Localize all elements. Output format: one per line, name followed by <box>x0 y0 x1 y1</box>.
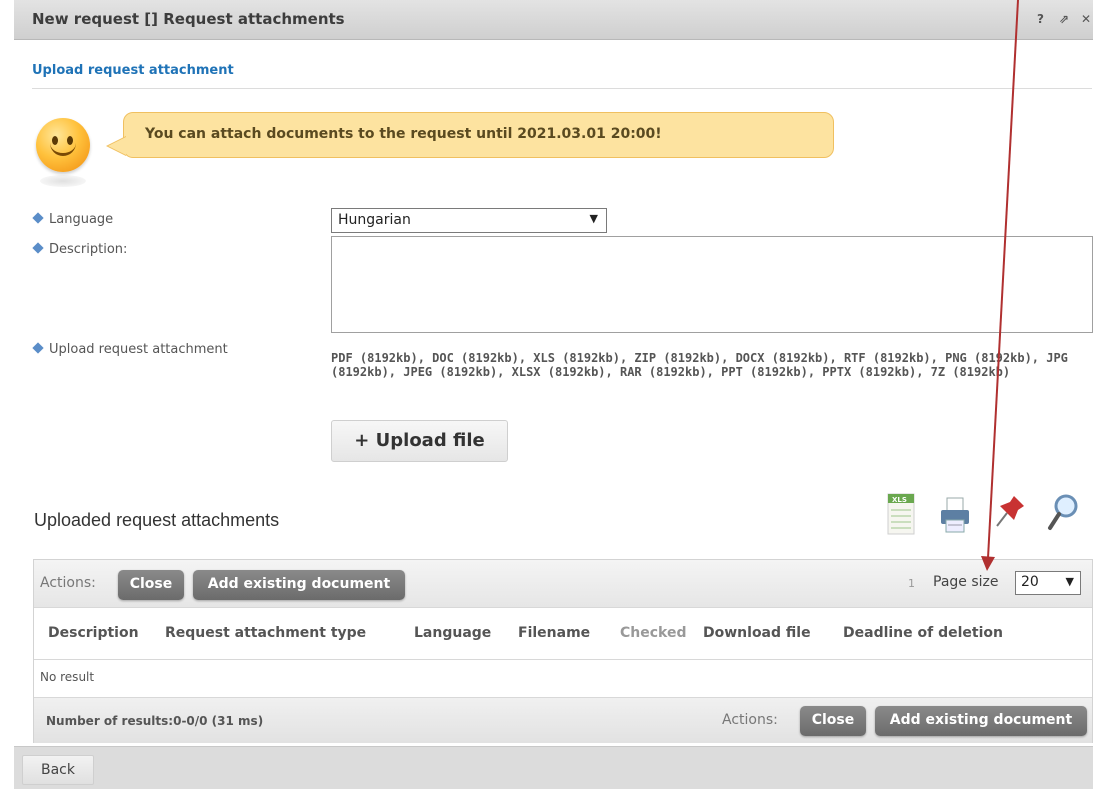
column-attachment-type[interactable]: Request attachment type <box>165 625 366 641</box>
page-size-select[interactable]: 20 ▼ <box>1015 571 1081 595</box>
uploaded-attachments-title: Uploaded request attachments <box>34 510 280 530</box>
bullet-icon <box>32 342 44 354</box>
excel-export-icon[interactable]: XLS <box>886 490 920 540</box>
chevron-down-icon: ▼ <box>1065 575 1074 588</box>
attachments-table: Actions: Close Add existing document 1 P… <box>33 559 1093 743</box>
language-label: Language <box>32 212 113 227</box>
actions-label-bottom: Actions: <box>722 712 778 728</box>
section-title: Upload request attachment <box>32 63 234 78</box>
page-size-value: 20 <box>1021 574 1039 590</box>
upload-file-button[interactable]: + Upload file <box>331 420 508 462</box>
svg-text:XLS: XLS <box>892 496 907 504</box>
close-button-bottom[interactable]: Close <box>800 706 866 736</box>
smiley-shadow <box>40 175 86 187</box>
language-select[interactable]: Hungarian ▼ <box>331 208 607 233</box>
table-actions-bar: Actions: Close Add existing document 1 P… <box>34 560 1092 608</box>
results-count: Number of results:0-0/0 (31 ms) <box>46 714 264 728</box>
add-existing-document-button[interactable]: Add existing document <box>193 570 405 600</box>
upload-attachment-label: Upload request attachment <box>32 342 228 357</box>
allowed-formats-text: PDF (8192kb), DOC (8192kb), XLS (8192kb)… <box>331 351 1068 379</box>
column-language[interactable]: Language <box>414 625 491 641</box>
description-label: Description: <box>32 242 127 257</box>
column-download-file[interactable]: Download file <box>703 625 811 641</box>
popout-icon[interactable]: ⇗ <box>1059 12 1069 26</box>
smiley-icon <box>36 118 90 172</box>
chevron-down-icon: ▼ <box>589 212 598 225</box>
language-select-value: Hungarian <box>338 212 411 228</box>
close-icon[interactable]: ✕ <box>1081 12 1091 26</box>
page-number[interactable]: 1 <box>908 577 915 590</box>
table-footer-bar: Number of results:0-0/0 (31 ms) Actions:… <box>34 697 1092 743</box>
bullet-icon <box>32 242 44 254</box>
window-title: New request [] Request attachments <box>32 10 345 28</box>
print-icon[interactable] <box>938 490 972 540</box>
table-header: Description Request attachment type Lang… <box>34 608 1092 660</box>
back-button[interactable]: Back <box>22 755 94 785</box>
column-deadline-of-deletion[interactable]: Deadline of deletion <box>843 625 1003 641</box>
actions-label: Actions: <box>40 575 96 591</box>
column-description[interactable]: Description <box>48 625 139 641</box>
page-size-label: Page size <box>933 574 999 590</box>
add-existing-document-button-bottom[interactable]: Add existing document <box>875 706 1087 736</box>
empty-table-message: No result <box>40 670 95 684</box>
description-textarea[interactable] <box>331 236 1093 333</box>
column-checked: Checked <box>620 625 687 641</box>
bottom-bar: Back <box>14 746 1093 789</box>
close-button[interactable]: Close <box>118 570 184 600</box>
column-filename[interactable]: Filename <box>518 625 590 641</box>
section-divider <box>32 88 1092 89</box>
search-icon[interactable] <box>1046 490 1080 540</box>
pin-icon[interactable] <box>994 490 1028 540</box>
window-titlebar: New request [] Request attachments ? ⇗ ✕ <box>14 0 1093 40</box>
bullet-icon <box>32 212 44 224</box>
help-icon[interactable]: ? <box>1037 12 1044 26</box>
notice-text: You can attach documents to the request … <box>145 126 662 142</box>
